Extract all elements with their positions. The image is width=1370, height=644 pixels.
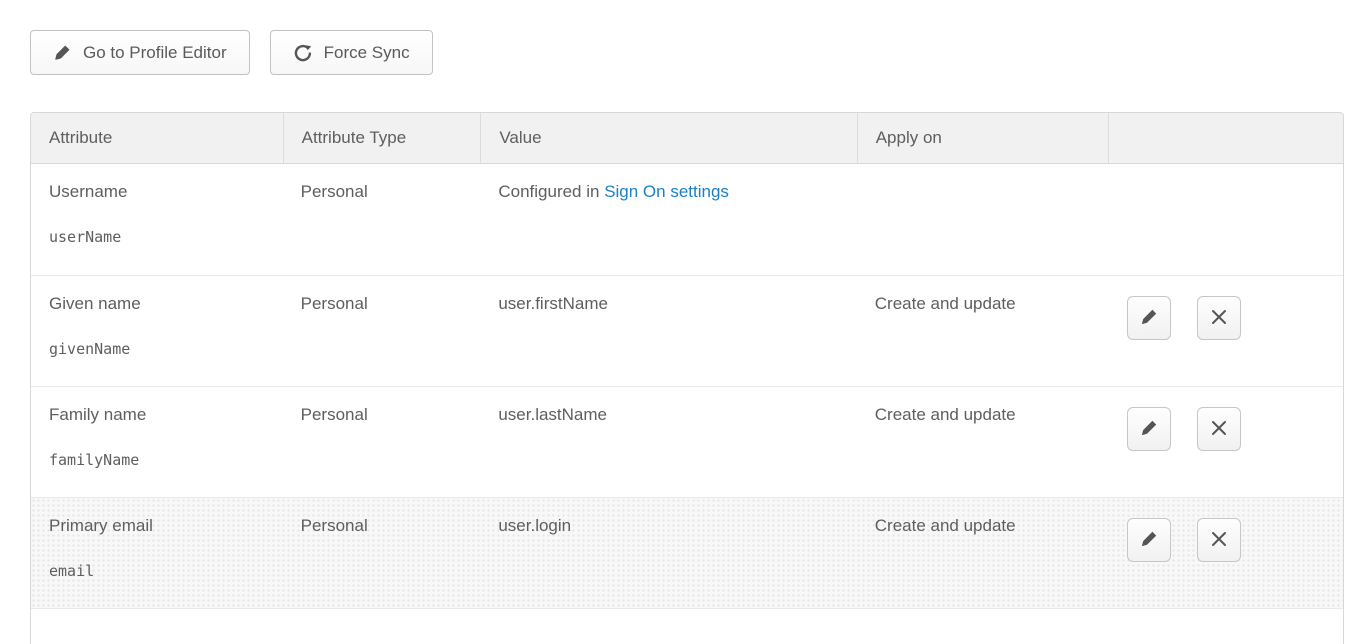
attribute-mappings-table: Attribute Attribute Type Value Apply on … xyxy=(30,112,1344,644)
attribute-mappings-page: Go to Profile Editor Force Sync Attribut… xyxy=(0,0,1370,644)
attribute-variable: userName xyxy=(49,228,271,246)
table-header: Attribute Attribute Type Value Apply on xyxy=(31,113,1343,164)
actions-cell xyxy=(1108,276,1343,386)
delete-attribute-button[interactable] xyxy=(1197,296,1241,340)
attribute-variable: email xyxy=(49,562,271,580)
value-cell: user.lastName xyxy=(480,387,856,497)
column-header-apply-on: Apply on xyxy=(857,113,1109,163)
apply-on-cell: Create and update xyxy=(857,498,1109,608)
table-row-partial xyxy=(31,608,1343,644)
attribute-type-cell: Personal xyxy=(283,164,481,275)
table-row-primary-email: Primary email email Personal user.login … xyxy=(31,497,1343,608)
attribute-label: Family name xyxy=(49,405,271,425)
attribute-label: Username xyxy=(49,182,271,202)
actions-cell xyxy=(1108,387,1343,497)
apply-on-cell xyxy=(857,164,1109,275)
attribute-variable: familyName xyxy=(49,451,271,469)
close-icon xyxy=(1210,530,1228,551)
column-header-attribute-type: Attribute Type xyxy=(283,113,481,163)
column-header-value: Value xyxy=(480,113,856,163)
column-header-actions xyxy=(1108,113,1343,163)
apply-on-cell: Create and update xyxy=(857,276,1109,386)
pencil-icon xyxy=(53,43,72,62)
attribute-type-cell: Personal xyxy=(283,276,481,386)
actions-cell xyxy=(1108,498,1343,608)
column-header-attribute: Attribute xyxy=(31,113,283,163)
attribute-label: Given name xyxy=(49,294,271,314)
delete-attribute-button[interactable] xyxy=(1197,407,1241,451)
close-icon xyxy=(1210,419,1228,440)
attribute-cell: Username userName xyxy=(31,164,283,275)
attribute-cell: Family name familyName xyxy=(31,387,283,497)
toolbar: Go to Profile Editor Force Sync xyxy=(30,30,433,75)
delete-attribute-button[interactable] xyxy=(1197,518,1241,562)
attribute-variable: givenName xyxy=(49,340,271,358)
actions-cell xyxy=(1108,164,1343,275)
value-cell: Configured in Sign On settings xyxy=(480,164,856,275)
refresh-icon xyxy=(293,43,313,63)
attribute-type-cell: Personal xyxy=(283,498,481,608)
force-sync-button[interactable]: Force Sync xyxy=(270,30,433,75)
value-prefix-text: Configured in xyxy=(498,182,604,201)
pencil-icon xyxy=(1139,529,1159,552)
sign-on-settings-link[interactable]: Sign On settings xyxy=(604,182,729,201)
edit-attribute-button[interactable] xyxy=(1127,518,1171,562)
close-icon xyxy=(1210,308,1228,329)
force-sync-label: Force Sync xyxy=(324,43,410,63)
attribute-cell: Primary email email xyxy=(31,498,283,608)
table-row-family-name: Family name familyName Personal user.las… xyxy=(31,386,1343,497)
pencil-icon xyxy=(1139,307,1159,330)
attribute-label: Primary email xyxy=(49,516,271,536)
apply-on-cell: Create and update xyxy=(857,387,1109,497)
value-cell: user.firstName xyxy=(480,276,856,386)
edit-attribute-button[interactable] xyxy=(1127,296,1171,340)
edit-attribute-button[interactable] xyxy=(1127,407,1171,451)
table-row-username: Username userName Personal Configured in… xyxy=(31,164,1343,275)
go-to-profile-editor-button[interactable]: Go to Profile Editor xyxy=(30,30,250,75)
value-cell: user.login xyxy=(480,498,856,608)
table-row-given-name: Given name givenName Personal user.first… xyxy=(31,275,1343,386)
attribute-type-cell: Personal xyxy=(283,387,481,497)
pencil-icon xyxy=(1139,418,1159,441)
go-to-profile-editor-label: Go to Profile Editor xyxy=(83,43,227,63)
attribute-cell: Given name givenName xyxy=(31,276,283,386)
